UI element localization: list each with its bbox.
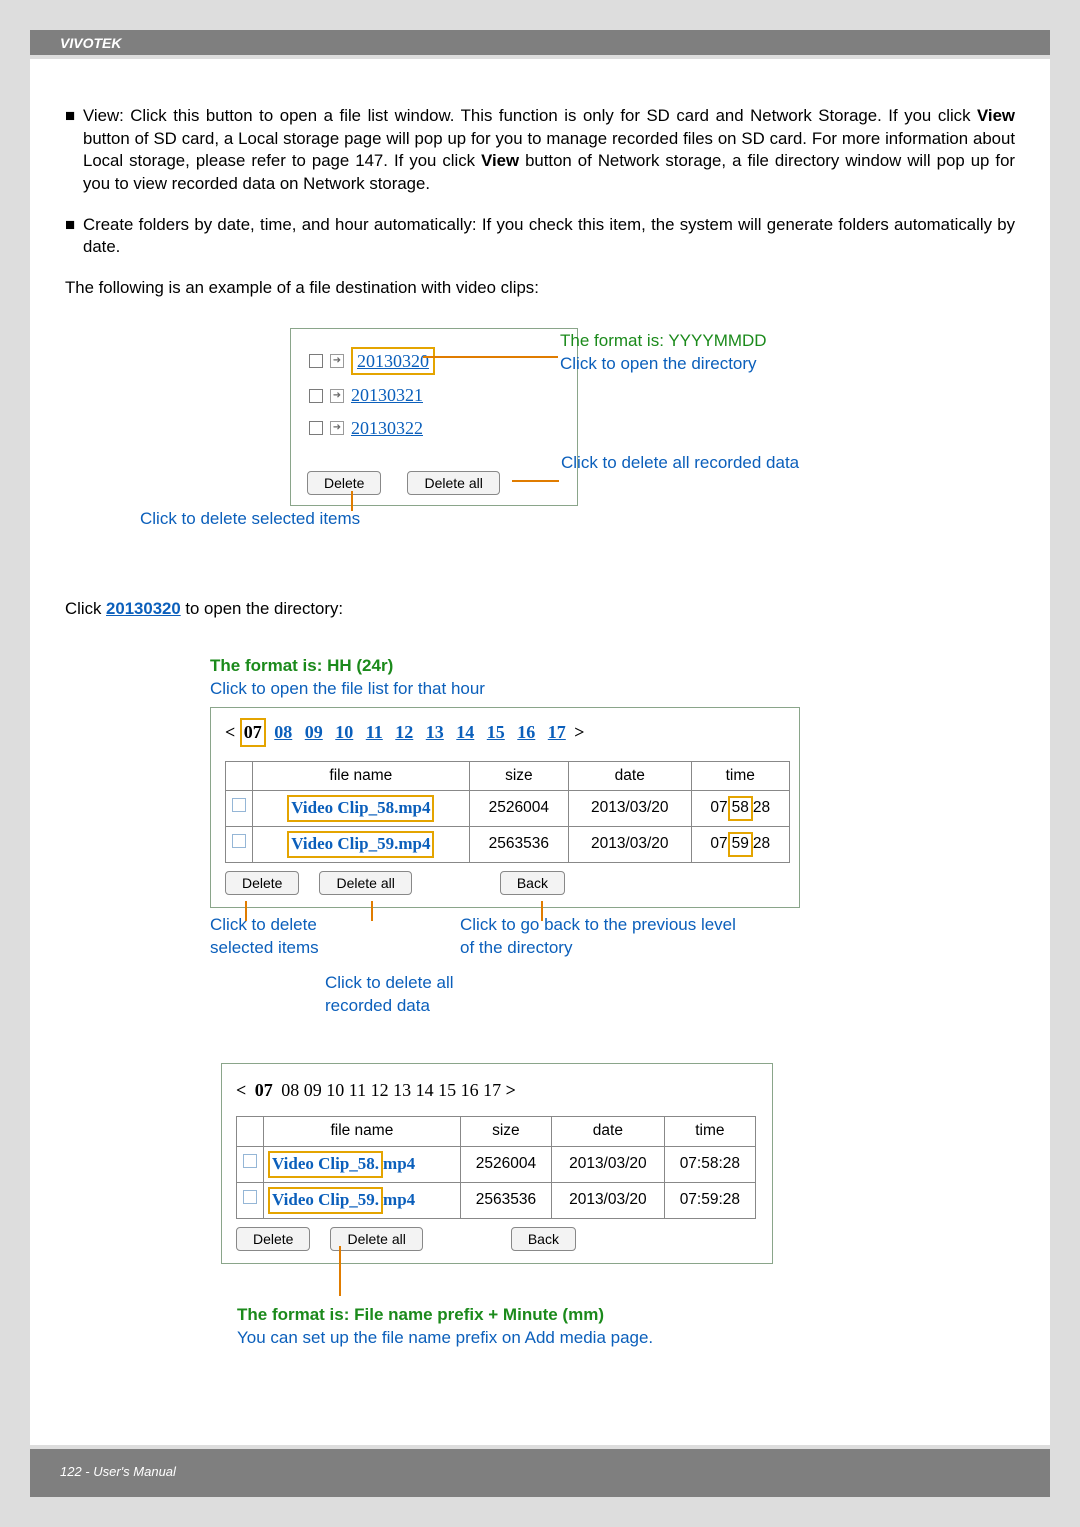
- open-icon[interactable]: ➜: [330, 421, 344, 435]
- anno-hh: The format is: HH (24r): [210, 655, 1015, 678]
- hour-nav-2: < 07 08 09 10 11 12 13 14 15 16 17 >: [236, 1078, 758, 1102]
- hour-07[interactable]: 07: [240, 718, 266, 746]
- hour-16[interactable]: 16: [517, 722, 535, 742]
- hour-08[interactable]: 08: [274, 722, 292, 742]
- lead-text: The following is an example of a file de…: [65, 277, 1015, 300]
- click-open-text: Click 20130320 to open the directory:: [65, 598, 1015, 621]
- next-hour[interactable]: >: [574, 722, 584, 742]
- col-file-name: file name: [264, 1117, 461, 1147]
- back-button[interactable]: Back: [511, 1227, 576, 1251]
- checkbox[interactable]: [243, 1190, 257, 1204]
- col-file-name: file name: [253, 761, 470, 791]
- bullet-view: ■ View: Click this button to open a file…: [65, 105, 1015, 196]
- folder-row-2: ➜ 20130322: [299, 416, 569, 440]
- hour-09[interactable]: 09: [304, 1080, 322, 1100]
- delete-all-button[interactable]: Delete all: [330, 1227, 422, 1251]
- hour-15[interactable]: 15: [487, 722, 505, 742]
- diagram-folders: ➜ 20130320 ➜ 20130321 ➜ 20130322 Delete …: [65, 328, 1015, 558]
- checkbox[interactable]: [232, 834, 246, 848]
- table-row: Video Clip_59.mp4 2563536 2013/03/20 075…: [226, 827, 790, 863]
- checkbox[interactable]: [309, 354, 323, 368]
- hour-nav: < 07 08 09 10 11 12 13 14 15 16 17 >: [225, 718, 785, 746]
- folder-row-0: ➜ 20130320: [299, 347, 569, 376]
- checkbox[interactable]: [309, 389, 323, 403]
- anno-format-date: The format is: YYYYMMDD Click to open th…: [560, 330, 767, 376]
- delete-button[interactable]: Delete: [225, 871, 299, 895]
- diagram-filelist: The format is: HH (24r) Click to open th…: [65, 655, 1015, 1018]
- bullet-square: ■: [65, 105, 83, 196]
- anno-delete-selected-2: Click to delete selected items: [210, 914, 370, 960]
- footer-text: 122 - User's Manual: [60, 1464, 176, 1479]
- hour-08[interactable]: 08: [281, 1080, 299, 1100]
- hour-15[interactable]: 15: [438, 1080, 456, 1100]
- hour-13[interactable]: 13: [426, 722, 444, 742]
- bullet-create: ■ Create folders by date, time, and hour…: [65, 214, 1015, 259]
- hour-10[interactable]: 10: [335, 722, 353, 742]
- hour-17[interactable]: 17: [483, 1080, 501, 1100]
- next-hour[interactable]: >: [506, 1080, 516, 1100]
- hour-09[interactable]: 09: [305, 722, 323, 742]
- anno-delete-selected: Click to delete selected items: [140, 508, 360, 531]
- prev-hour[interactable]: <: [225, 722, 235, 742]
- col-date: date: [552, 1117, 665, 1147]
- brand-text: VIVOTEK: [60, 35, 121, 51]
- file-link[interactable]: Video Clip_59.mp4: [287, 831, 434, 858]
- folder-link[interactable]: 20130320: [357, 351, 429, 371]
- hour-12[interactable]: 12: [395, 722, 413, 742]
- anno-delete-all: Click to delete all recorded data: [561, 452, 799, 475]
- file-link[interactable]: Video Clip_58.mp4: [287, 795, 434, 822]
- delete-button[interactable]: Delete: [307, 471, 381, 495]
- delete-all-button[interactable]: Delete all: [319, 871, 411, 895]
- open-icon[interactable]: ➜: [330, 389, 344, 403]
- page-header: VIVOTEK: [30, 30, 1050, 55]
- back-button[interactable]: Back: [500, 871, 565, 895]
- col-date: date: [568, 761, 691, 791]
- hour-13[interactable]: 13: [393, 1080, 411, 1100]
- col-time: time: [691, 761, 789, 791]
- hour-11[interactable]: 11: [349, 1080, 366, 1100]
- hour-12[interactable]: 12: [371, 1080, 389, 1100]
- table-row: Video Clip_59.mp4 2563536 2013/03/20 07:…: [237, 1183, 756, 1219]
- anno-hh-sub: Click to open the file list for that hou…: [210, 678, 1015, 701]
- hour-16[interactable]: 16: [461, 1080, 479, 1100]
- hour-17[interactable]: 17: [548, 722, 566, 742]
- anno-delete-all-2: Click to delete all recorded data: [325, 972, 525, 1018]
- hour-14[interactable]: 14: [416, 1080, 434, 1100]
- col-time: time: [664, 1117, 755, 1147]
- checkbox[interactable]: [243, 1154, 257, 1168]
- delete-all-button[interactable]: Delete all: [407, 471, 499, 495]
- hour-10[interactable]: 10: [326, 1080, 344, 1100]
- anno-back: Click to go back to the previous level o…: [460, 914, 750, 960]
- hour-14[interactable]: 14: [456, 722, 474, 742]
- anno-filename-format: The format is: File name prefix + Minute…: [237, 1304, 1015, 1327]
- folder-link[interactable]: 20130321: [351, 383, 423, 407]
- file-list-box: < 07 08 09 10 11 12 13 14 15 16 17 >: [210, 707, 800, 908]
- file-list-box-2: < 07 08 09 10 11 12 13 14 15 16 17 >: [221, 1063, 773, 1264]
- page-footer: 122 - User's Manual: [30, 1449, 1050, 1497]
- file-table: file name size date time Video Clip_58.m…: [225, 761, 790, 864]
- folder-row-1: ➜ 20130321: [299, 383, 569, 407]
- diagram-filelist-2: < 07 08 09 10 11 12 13 14 15 16 17 >: [65, 1063, 1015, 1350]
- open-icon[interactable]: ➜: [330, 354, 344, 368]
- file-table-2: file name size date time Video Clip_58.m…: [236, 1116, 756, 1219]
- checkbox[interactable]: [309, 421, 323, 435]
- table-row: Video Clip_58.mp4 2526004 2013/03/20 075…: [226, 791, 790, 827]
- folder-link[interactable]: 20130322: [351, 416, 423, 440]
- delete-button[interactable]: Delete: [236, 1227, 310, 1251]
- hour-11[interactable]: 11: [366, 722, 383, 742]
- hour-07[interactable]: 07: [255, 1080, 273, 1100]
- anno-filename-sub: You can set up the file name prefix on A…: [237, 1327, 1015, 1350]
- checkbox[interactable]: [232, 798, 246, 812]
- col-size: size: [469, 761, 568, 791]
- col-size: size: [460, 1117, 551, 1147]
- prev-hour[interactable]: <: [236, 1080, 246, 1100]
- bullet-square: ■: [65, 214, 83, 259]
- table-row: Video Clip_58.mp4 2526004 2013/03/20 07:…: [237, 1147, 756, 1183]
